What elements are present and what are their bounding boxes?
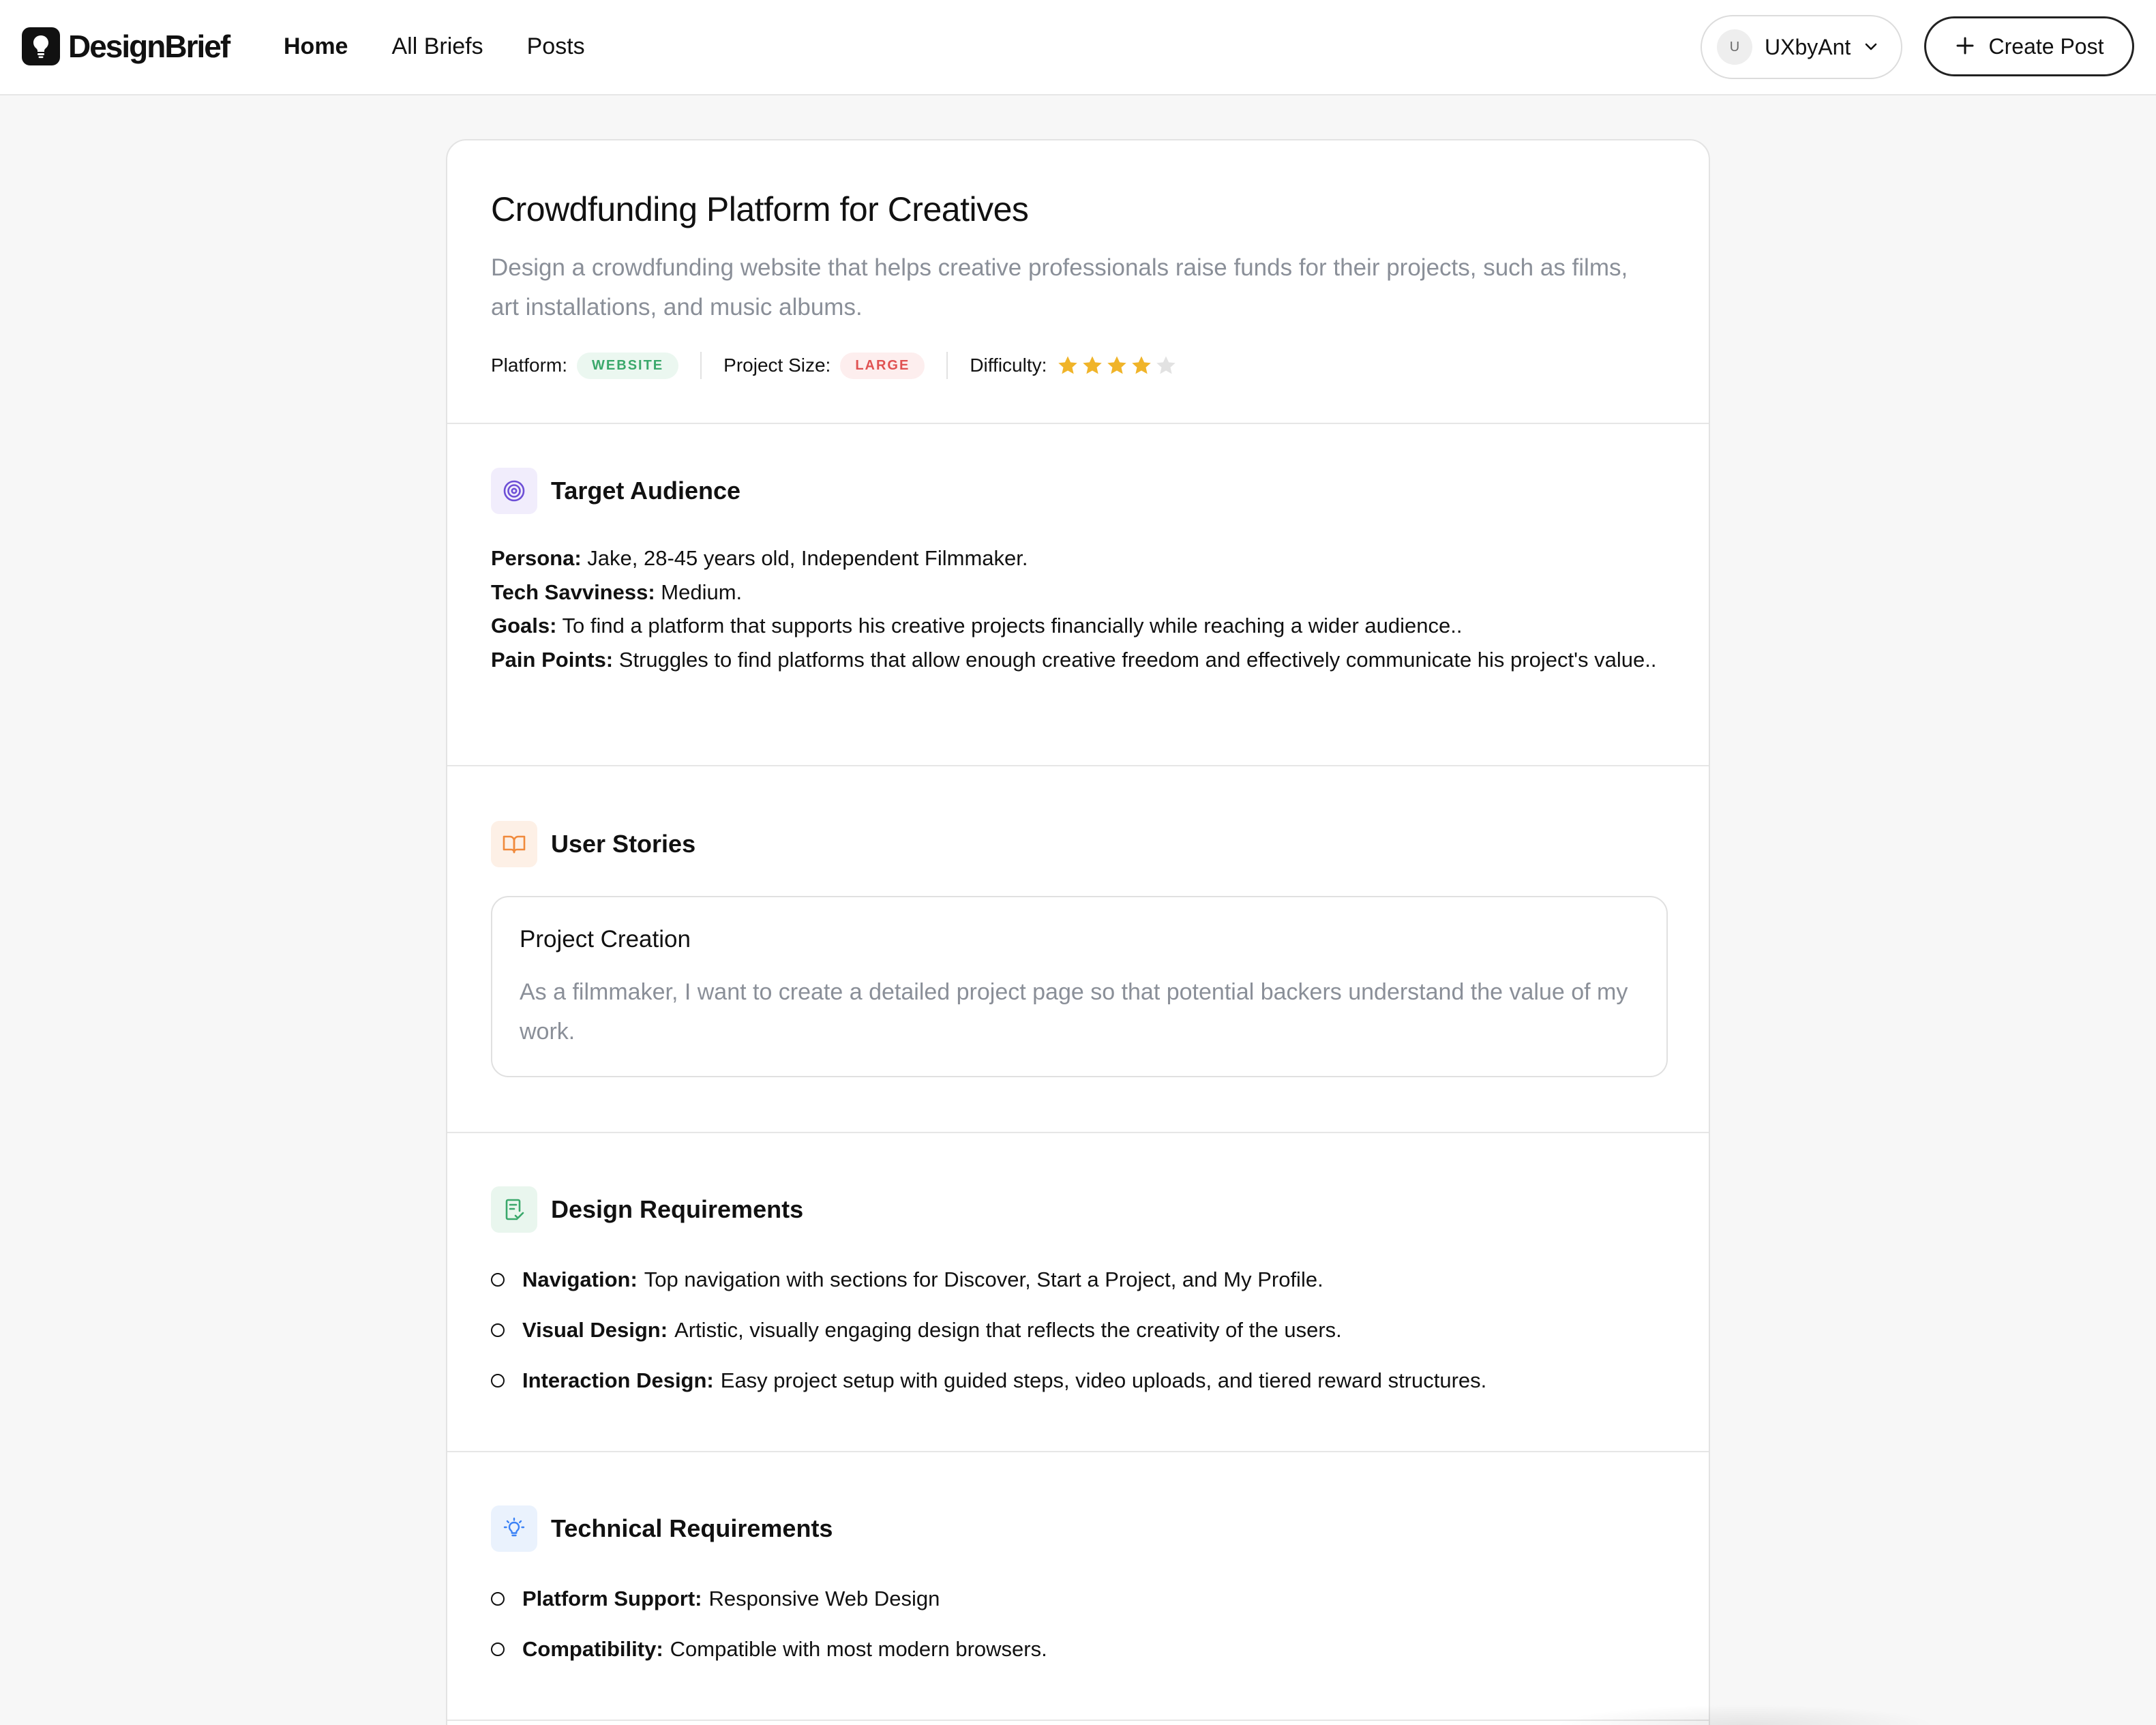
user-stories-header: User Stories xyxy=(491,821,695,867)
tech-savviness-line: Tech Savviness: Medium. xyxy=(491,580,743,604)
story-title: Project Creation xyxy=(520,926,691,952)
design-requirements-list: Navigation: Top navigation with sections … xyxy=(491,1255,1486,1406)
bullet-circle-icon xyxy=(491,1592,505,1606)
lightbulb-icon xyxy=(491,1505,537,1552)
user-story-card: Project Creation As a filmmaker, I want … xyxy=(491,896,1668,1077)
star-filled-icon xyxy=(1058,356,1078,374)
brand-name: DesignBrief xyxy=(68,29,230,64)
platform-label: Platform: xyxy=(491,355,568,376)
create-post-label: Create Post xyxy=(1988,33,2104,59)
nav-link-all-briefs[interactable]: All Briefs xyxy=(391,30,483,63)
bullet-circle-icon xyxy=(491,1323,505,1337)
nav-link-home[interactable]: Home xyxy=(284,30,348,63)
list-item: Platform Support: Responsive Web Design xyxy=(491,1574,1047,1624)
user-menu-button[interactable]: U UXbyAnt xyxy=(1701,15,1902,79)
book-open-icon xyxy=(491,821,537,867)
size-meta: Project Size: LARGE xyxy=(723,352,925,379)
platform-meta: Platform: WEBSITE xyxy=(491,352,679,379)
pain-points-line: Pain Points: Struggles to find platforms… xyxy=(491,647,1657,672)
section-divider xyxy=(447,1720,1709,1721)
story-text: As a filmmaker, I want to create a detai… xyxy=(520,979,1628,1045)
meta-divider xyxy=(946,352,948,379)
chevron-down-icon xyxy=(1863,38,1879,57)
lightbulb-icon xyxy=(22,27,60,65)
section-title: Technical Requirements xyxy=(551,1514,833,1542)
user-name: UXbyAnt xyxy=(1765,34,1851,59)
section-title: Design Requirements xyxy=(551,1195,804,1223)
list-item: Visual Design: Artistic, visually engagin… xyxy=(491,1305,1486,1355)
star-empty-icon xyxy=(1156,356,1176,374)
plus-icon xyxy=(1955,35,1975,58)
technical-requirements-header: Technical Requirements xyxy=(491,1505,833,1552)
create-post-button[interactable]: Create Post xyxy=(1924,16,2134,76)
bullet-circle-icon xyxy=(491,1273,505,1287)
brief-title: Crowdfunding Platform for Creatives xyxy=(491,190,1029,228)
brief-card: Crowdfunding Platform for Creatives Desi… xyxy=(446,139,1710,1725)
size-label: Project Size: xyxy=(723,355,831,376)
target-audience-header: Target Audience xyxy=(491,468,740,514)
difficulty-rating xyxy=(1056,354,1178,377)
section-divider xyxy=(447,1132,1709,1133)
star-filled-icon xyxy=(1083,356,1103,374)
star-filled-icon xyxy=(1132,356,1152,374)
list-item: Compatibility: Compatible with most moder… xyxy=(491,1624,1047,1675)
audience-details: Persona: Jake, 28-45 years old, Independ… xyxy=(491,541,1677,676)
section-title: User Stories xyxy=(551,830,696,858)
brief-description: Design a crowdfunding website that helps… xyxy=(491,254,1628,320)
nav-link-posts[interactable]: Posts xyxy=(527,30,585,63)
target-icon xyxy=(491,468,537,514)
top-navbar: DesignBrief Home All Briefs Posts U UXby… xyxy=(0,0,2156,95)
design-requirements-header: Design Requirements xyxy=(491,1186,803,1233)
clipboard-check-icon xyxy=(491,1186,537,1233)
section-title: Target Audience xyxy=(551,477,741,505)
difficulty-meta: Difficulty: xyxy=(970,354,1178,377)
list-item: Navigation: Top navigation with sections … xyxy=(491,1255,1486,1305)
brief-meta: Platform: WEBSITE Project Size: LARGE Di… xyxy=(491,349,1178,382)
avatar: U xyxy=(1717,29,1752,65)
floating-shadow xyxy=(1555,1705,1936,1725)
bullet-circle-icon xyxy=(491,1374,505,1388)
technical-requirements-list: Platform Support: Responsive Web Design C… xyxy=(491,1574,1047,1675)
persona-line: Persona: Jake, 28-45 years old, Independ… xyxy=(491,546,1028,570)
bullet-circle-icon xyxy=(491,1642,505,1656)
section-divider xyxy=(447,423,1709,424)
goals-line: Goals: To find a platform that supports … xyxy=(491,614,1463,638)
brand-logo[interactable]: DesignBrief xyxy=(22,26,230,67)
star-filled-icon xyxy=(1107,356,1127,374)
list-item: Interaction Design: Easy project setup wi… xyxy=(491,1355,1486,1406)
difficulty-label: Difficulty: xyxy=(970,355,1047,376)
main-nav: Home All Briefs Posts xyxy=(284,30,585,63)
section-divider xyxy=(447,1451,1709,1452)
size-badge: LARGE xyxy=(840,352,925,379)
section-divider xyxy=(447,765,1709,766)
meta-divider xyxy=(700,352,702,379)
platform-badge: WEBSITE xyxy=(577,352,679,379)
